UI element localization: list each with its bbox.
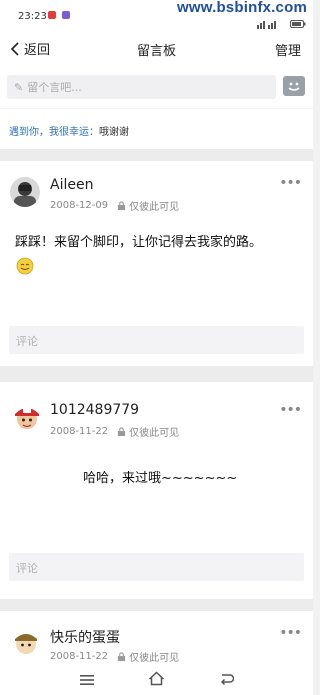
post-meta: 2008-11-22 仅彼此可见	[50, 424, 179, 439]
system-nav-bar	[0, 665, 313, 695]
post-username[interactable]: Aileen	[50, 177, 93, 193]
post-content: 踩踩！来留个脚印，让你记得去我家的路。	[15, 235, 263, 250]
divider	[0, 599, 313, 611]
more-dots-icon[interactable]: •••	[279, 175, 302, 191]
comment-placeholder: 评论	[16, 335, 38, 348]
post-card: Aileen 2008-12-09 仅彼此可见 ••• 踩踩！来留个脚印，让你记…	[0, 161, 313, 366]
avatar[interactable]	[10, 177, 40, 207]
manage-button[interactable]: 管理	[275, 40, 301, 59]
message-input-bar: ✎ 留个言吧...	[0, 66, 313, 108]
post-meta: 2008-11-22 仅彼此可见	[50, 649, 179, 664]
post-date: 2008-11-22	[50, 651, 109, 662]
post-visibility: 仅彼此可见	[129, 653, 180, 664]
smiley-icon	[16, 257, 34, 275]
post-username[interactable]: 快乐的蛋蛋	[50, 627, 120, 647]
motto-prefix[interactable]: 遇到你，我很幸运：	[9, 127, 99, 138]
avatar[interactable]	[12, 402, 42, 432]
nav-bar: 返回 留言板 管理	[0, 32, 313, 66]
return-icon[interactable]	[219, 673, 234, 686]
post-visibility: 仅彼此可见	[129, 428, 180, 439]
motto-text: 哦谢谢	[99, 127, 129, 138]
avatar[interactable]	[11, 627, 41, 657]
divider	[0, 149, 313, 161]
page-title: 留言板	[136, 44, 176, 59]
status-bar: 23:23 www.bsbinfx.com	[0, 0, 313, 32]
post-meta: 2008-12-09 仅彼此可见	[50, 198, 179, 213]
app-notification-icon	[62, 11, 70, 19]
watermark-text: www.bsbinfx.com	[177, 0, 307, 16]
status-time: 23:23	[18, 11, 47, 22]
divider	[0, 366, 313, 382]
pencil-icon: ✎	[14, 80, 24, 94]
signal-icon	[257, 21, 276, 29]
motto-section: 遇到你，我很幸运：哦谢谢	[0, 109, 313, 149]
lock-icon	[118, 201, 126, 210]
comment-placeholder: 评论	[16, 562, 38, 575]
lock-icon	[118, 652, 126, 661]
emoji-button[interactable]	[283, 76, 305, 96]
post-date: 2008-12-09	[50, 200, 109, 211]
message-input-placeholder: 留个言吧...	[27, 81, 82, 94]
battery-icon	[290, 20, 306, 28]
post-card: 1012489779 2008-11-22 仅彼此可见 ••• 哈哈，来过哦~~…	[0, 382, 313, 599]
post-date: 2008-11-22	[50, 426, 109, 437]
more-dots-icon[interactable]: •••	[279, 625, 302, 641]
post-visibility: 仅彼此可见	[129, 202, 180, 213]
comment-input[interactable]: 评论	[9, 553, 304, 581]
notification-icon	[48, 11, 56, 19]
emoji-icon	[288, 82, 300, 96]
post-content: 哈哈，来过哦~~~~~~~	[83, 471, 238, 486]
post-username[interactable]: 1012489779	[50, 402, 139, 418]
motto-line: 遇到你，我很幸运：哦谢谢	[9, 123, 129, 138]
comment-input[interactable]: 评论	[9, 326, 304, 354]
lock-icon	[118, 427, 126, 436]
more-dots-icon[interactable]: •••	[279, 402, 302, 418]
post-card: 快乐的蛋蛋 2008-11-22 仅彼此可见 •••	[0, 611, 313, 671]
message-input[interactable]: ✎ 留个言吧...	[7, 75, 276, 99]
home-icon[interactable]	[148, 671, 165, 686]
menu-icon[interactable]	[80, 674, 94, 686]
